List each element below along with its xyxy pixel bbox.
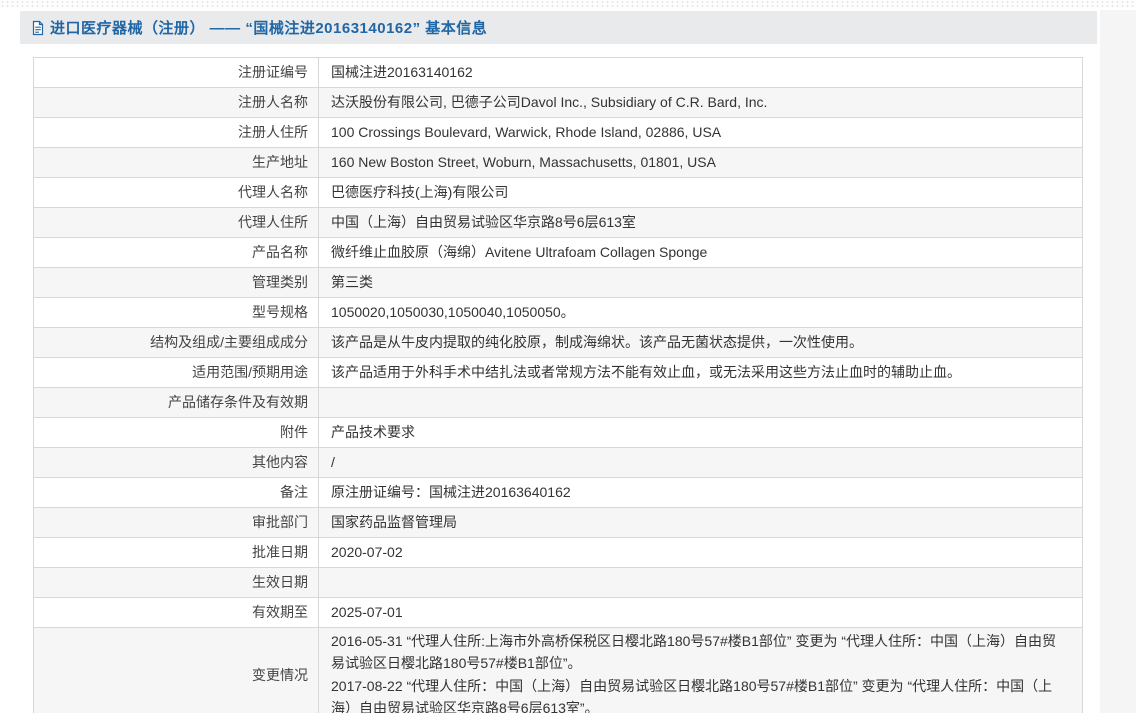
- row-label: 结构及组成/主要组成成分: [33, 327, 319, 358]
- row-value: 2025-07-01: [318, 597, 1083, 628]
- row-value: 该产品是从牛皮内提取的纯化胶原，制成海绵状。该产品无菌状态提供，一次性使用。: [318, 327, 1083, 358]
- row-label: 变更情况: [33, 627, 319, 713]
- row-value: 达沃股份有限公司, 巴德子公司Davol Inc., Subsidiary of…: [318, 87, 1083, 118]
- row-value: 2016-05-31 “代理人住所:上海市外高桥保税区日樱北路180号57#楼B…: [318, 627, 1083, 713]
- table-row: 产品名称 微纤维止血胶原（海绵）Avitene Ultrafoam Collag…: [33, 237, 1083, 268]
- row-label: 产品名称: [33, 237, 319, 268]
- row-value: 国家药品监督管理局: [318, 507, 1083, 538]
- row-label: 生产地址: [33, 147, 319, 178]
- row-value: 100 Crossings Boulevard, Warwick, Rhode …: [318, 117, 1083, 148]
- content-panel: 进口医疗器械（注册） —— “国械注进20163140162” 基本信息 注册证…: [20, 11, 1097, 713]
- table-row: 生效日期: [33, 567, 1083, 598]
- row-label: 附件: [33, 417, 319, 448]
- row-value: 巴德医疗科技(上海)有限公司: [318, 177, 1083, 208]
- table-row: 有效期至 2025-07-01: [33, 597, 1083, 628]
- row-label: 注册人住所: [33, 117, 319, 148]
- table-row: 注册人名称 达沃股份有限公司, 巴德子公司Davol Inc., Subsidi…: [33, 87, 1083, 118]
- table-row: 适用范围/预期用途 该产品适用于外科手术中结扎法或者常规方法不能有效止血，或无法…: [33, 357, 1083, 388]
- row-value: 产品技术要求: [318, 417, 1083, 448]
- row-label: 注册证编号: [33, 57, 319, 88]
- row-label: 其他内容: [33, 447, 319, 478]
- row-value: 1050020,1050030,1050040,1050050。: [318, 297, 1083, 328]
- table-body: 注册证编号 国械注进20163140162 注册人名称 达沃股份有限公司, 巴德…: [33, 57, 1083, 713]
- row-label: 代理人住所: [33, 207, 319, 238]
- row-label: 备注: [33, 477, 319, 508]
- row-value: 微纤维止血胶原（海绵）Avitene Ultrafoam Collagen Sp…: [318, 237, 1083, 268]
- row-value: 该产品适用于外科手术中结扎法或者常规方法不能有效止血，或无法采用这些方法止血时的…: [318, 357, 1083, 388]
- table-row: 附件 产品技术要求: [33, 417, 1083, 448]
- top-dotted-texture: [0, 0, 1136, 8]
- table-row: 备注 原注册证编号：国械注进20163640162: [33, 477, 1083, 508]
- row-label: 生效日期: [33, 567, 319, 598]
- row-value: [318, 567, 1083, 598]
- table-row: 代理人住所 中国（上海）自由贸易试验区华京路8号6层613室: [33, 207, 1083, 238]
- change-record-entry: 2017-08-22 “代理人住所：中国（上海）自由贸易试验区日樱北路180号5…: [331, 678, 1053, 713]
- row-value: 160 New Boston Street, Woburn, Massachus…: [318, 147, 1083, 178]
- row-label: 管理类别: [33, 267, 319, 298]
- right-gutter: [1100, 10, 1136, 713]
- table-row: 结构及组成/主要组成成分 该产品是从牛皮内提取的纯化胶原，制成海绵状。该产品无菌…: [33, 327, 1083, 358]
- row-value: 原注册证编号：国械注进20163640162: [318, 477, 1083, 508]
- row-label: 型号规格: [33, 297, 319, 328]
- row-value: 2020-07-02: [318, 537, 1083, 568]
- row-value: [318, 387, 1083, 418]
- table-row: 管理类别 第三类: [33, 267, 1083, 298]
- table-row: 批准日期 2020-07-02: [33, 537, 1083, 568]
- table-row: 代理人名称 巴德医疗科技(上海)有限公司: [33, 177, 1083, 208]
- row-value: 第三类: [318, 267, 1083, 298]
- row-label: 产品储存条件及有效期: [33, 387, 319, 418]
- row-value: /: [318, 447, 1083, 478]
- row-label: 审批部门: [33, 507, 319, 538]
- table-row: 审批部门 国家药品监督管理局: [33, 507, 1083, 538]
- row-value: 国械注进20163140162: [318, 57, 1083, 88]
- table-row: 型号规格 1050020,1050030,1050040,1050050。: [33, 297, 1083, 328]
- table-row: 注册证编号 国械注进20163140162: [33, 57, 1083, 88]
- page-header: 进口医疗器械（注册） —— “国械注进20163140162” 基本信息: [20, 11, 1097, 44]
- table-row: 生产地址 160 New Boston Street, Woburn, Mass…: [33, 147, 1083, 178]
- row-label: 注册人名称: [33, 87, 319, 118]
- table-row: 其他内容 /: [33, 447, 1083, 478]
- row-label: 批准日期: [33, 537, 319, 568]
- row-label: 代理人名称: [33, 177, 319, 208]
- row-label: 有效期至: [33, 597, 319, 628]
- table-row: 变更情况 2016-05-31 “代理人住所:上海市外高桥保税区日樱北路180号…: [33, 627, 1083, 713]
- table-row: 产品储存条件及有效期: [33, 387, 1083, 418]
- page-title: 进口医疗器械（注册） —— “国械注进20163140162” 基本信息: [50, 20, 488, 37]
- registration-info-table: 注册证编号 国械注进20163140162 注册人名称 达沃股份有限公司, 巴德…: [33, 57, 1083, 713]
- row-label: 适用范围/预期用途: [33, 357, 319, 388]
- change-record-entry: 2016-05-31 “代理人住所:上海市外高桥保税区日樱北路180号57#楼B…: [331, 633, 1056, 671]
- table-row: 注册人住所 100 Crossings Boulevard, Warwick, …: [33, 117, 1083, 148]
- row-value: 中国（上海）自由贸易试验区华京路8号6层613室: [318, 207, 1083, 238]
- document-icon: [31, 20, 45, 36]
